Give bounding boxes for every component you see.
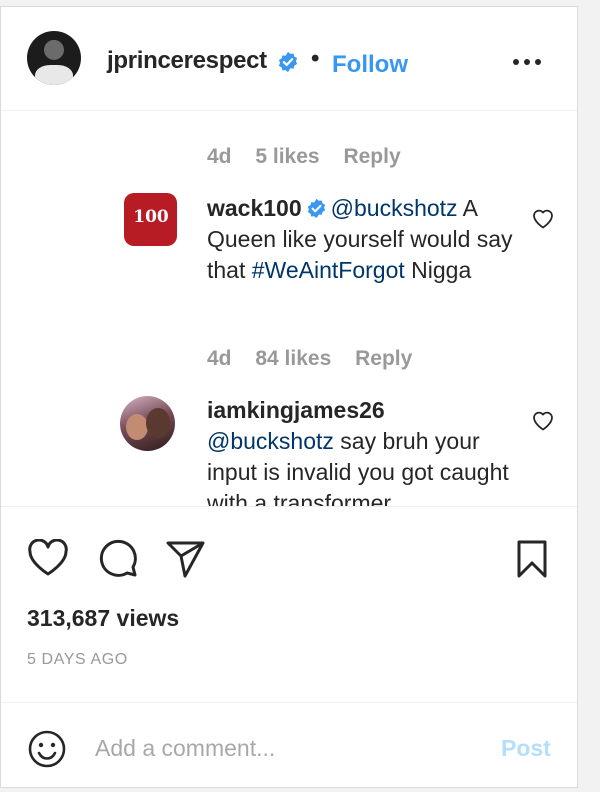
more-options-icon[interactable] bbox=[511, 57, 543, 67]
comment-age: 4d bbox=[207, 347, 232, 370]
avatar-shirt bbox=[35, 65, 73, 85]
post-button[interactable]: Post bbox=[501, 735, 551, 762]
commenter-avatar[interactable] bbox=[120, 396, 175, 451]
post-panel: jprincerespect • Follow 4d 5 likes Reply… bbox=[0, 6, 578, 788]
like-comment-heart-icon[interactable] bbox=[531, 207, 555, 229]
post-header: jprincerespect • Follow bbox=[1, 7, 577, 111]
comment-likes[interactable]: 84 likes bbox=[255, 347, 331, 370]
mention-link[interactable]: @buckshotz bbox=[207, 428, 334, 454]
user-avatar[interactable] bbox=[27, 31, 81, 85]
commenter-username[interactable]: wack100 bbox=[207, 195, 302, 221]
comment-text: Nigga bbox=[404, 257, 472, 283]
add-comment-bar: Post bbox=[1, 703, 577, 787]
post-actions: 313,687 views 5 DAYS AGO bbox=[1, 507, 577, 703]
comment-input[interactable] bbox=[95, 729, 475, 767]
avatar-face bbox=[126, 414, 148, 440]
follow-button[interactable]: Follow bbox=[332, 51, 408, 79]
comment-body: wack100 @buckshotz A Queen like yourself … bbox=[207, 193, 519, 286]
comment-body: iamkingjames26 @buckshotz say bruh your … bbox=[207, 395, 519, 506]
post-author-username[interactable]: jprincerespect bbox=[107, 47, 267, 75]
comments-list[interactable]: 4d 5 likes Reply 100 wack100 @buckshotz A… bbox=[1, 111, 577, 507]
heart-icon[interactable] bbox=[27, 539, 69, 577]
commenter-username[interactable]: iamkingjames26 bbox=[207, 397, 385, 423]
reply-button[interactable]: Reply bbox=[343, 145, 400, 168]
comment-age: 4d bbox=[207, 145, 232, 168]
commenter-avatar[interactable]: 100 bbox=[124, 193, 177, 246]
separator-dot: • bbox=[311, 45, 320, 72]
mention-link[interactable]: @buckshotz bbox=[331, 195, 458, 221]
verified-badge-icon bbox=[278, 51, 298, 73]
avatar-face bbox=[146, 408, 170, 438]
comment-likes[interactable]: 5 likes bbox=[255, 145, 319, 168]
like-comment-heart-icon[interactable] bbox=[531, 409, 555, 431]
comment-meta: 4d 5 likes Reply bbox=[207, 145, 419, 169]
comment-meta: 4d 84 likes Reply bbox=[207, 347, 430, 371]
comment-bubble-icon[interactable] bbox=[97, 537, 139, 579]
paper-plane-icon[interactable] bbox=[164, 539, 206, 579]
avatar-logo-text: 100 bbox=[133, 207, 169, 227]
post-timestamp[interactable]: 5 DAYS AGO bbox=[27, 651, 128, 669]
bookmark-icon[interactable] bbox=[515, 539, 549, 579]
smiley-icon[interactable] bbox=[27, 729, 67, 769]
verified-badge-icon bbox=[307, 198, 325, 219]
reply-button[interactable]: Reply bbox=[355, 347, 412, 370]
hashtag-link[interactable]: #WeAintForgot bbox=[252, 257, 405, 283]
view-count[interactable]: 313,687 views bbox=[27, 605, 179, 632]
